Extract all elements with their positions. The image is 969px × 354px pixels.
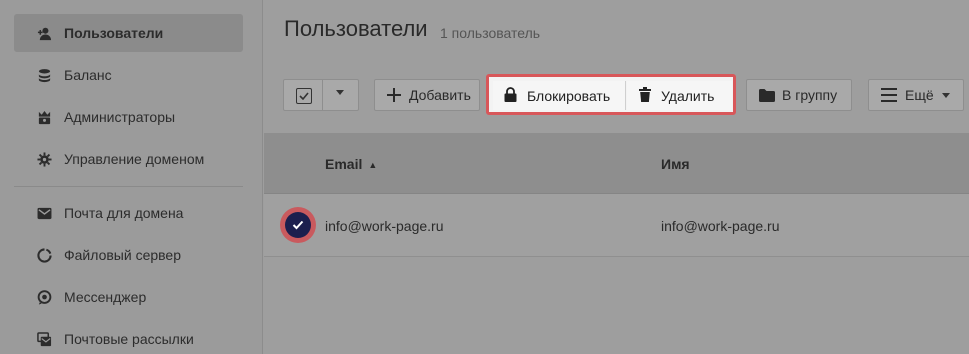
coins-icon: [36, 67, 52, 83]
sidebar-item-label: Пользователи: [64, 25, 164, 41]
cell-name: info@work-page.ru: [661, 218, 780, 234]
column-header-name[interactable]: Имя: [661, 156, 690, 172]
file-server-icon: [36, 247, 52, 263]
sidebar-item-messenger[interactable]: Мессенджер: [14, 278, 243, 316]
sort-icon: ▲: [368, 160, 378, 170]
more-menu-button[interactable]: Ещё: [868, 79, 964, 111]
gear-icon: [36, 151, 52, 167]
add-to-group-button[interactable]: В группу: [746, 79, 852, 111]
more-label: Ещё: [905, 87, 934, 103]
column-header-email[interactable]: Email ▲: [325, 156, 377, 172]
sidebar-item-users[interactable]: Пользователи: [14, 14, 243, 52]
table-row[interactable]: info@work-page.ru info@work-page.ru: [264, 194, 969, 257]
sidebar-divider: [14, 186, 243, 187]
select-all-dropdown[interactable]: [283, 79, 359, 111]
user-icon: [36, 25, 52, 41]
user-count: 1 пользователь: [440, 25, 541, 41]
main-content: Пользователи 1 пользователь Добавить Бло…: [264, 0, 969, 354]
sidebar-item-label: Администраторы: [64, 109, 176, 125]
table-header: Email ▲ Имя: [264, 133, 969, 194]
sidebar-item-label: Баланс: [64, 67, 112, 83]
block-label: Блокировать: [527, 87, 611, 104]
cell-email: info@work-page.ru: [325, 218, 444, 234]
mailing-icon: [36, 331, 52, 347]
lock-icon: [504, 86, 517, 105]
sidebar-item-label: Почта для домена: [64, 205, 184, 221]
sidebar-item-mailings[interactable]: Почтовые рассылки: [14, 320, 243, 354]
divider: [322, 80, 323, 110]
sidebar-item-admins[interactable]: Администраторы: [14, 98, 243, 136]
admins-icon: [36, 109, 52, 125]
folder-icon: [759, 88, 775, 102]
sidebar: Пользователи Баланс Администраторы Управ…: [0, 0, 263, 354]
sidebar-item-label: Мессенджер: [64, 289, 147, 305]
sidebar-item-balance[interactable]: Баланс: [14, 56, 243, 94]
chevron-down-icon: [941, 92, 950, 98]
sidebar-item-domain-mail[interactable]: Почта для домена: [14, 194, 243, 232]
add-user-button[interactable]: Добавить: [374, 79, 480, 111]
chat-icon: [36, 289, 52, 305]
sidebar-item-file-server[interactable]: Файловый сервер: [14, 236, 243, 274]
sidebar-item-label: Почтовые рассылки: [64, 331, 194, 347]
checkbox-icon[interactable]: [296, 88, 312, 104]
delete-label: Удалить: [661, 87, 715, 104]
menu-icon: [881, 88, 897, 102]
block-button[interactable]: Блокировать: [493, 81, 626, 110]
group-label: В группу: [782, 87, 838, 103]
page-title: Пользователи: [284, 16, 428, 41]
sidebar-item-label: Файловый сервер: [64, 247, 181, 263]
trash-icon: [639, 86, 651, 105]
chevron-down-icon[interactable]: [336, 90, 344, 95]
plus-icon: [387, 88, 401, 102]
delete-button[interactable]: Удалить: [627, 81, 732, 110]
row-checkbox[interactable]: [280, 207, 316, 243]
sidebar-item-domain[interactable]: Управление доменом: [14, 140, 243, 178]
highlighted-actions: Блокировать Удалить: [486, 74, 736, 115]
mail-icon: [36, 205, 52, 221]
add-label: Добавить: [409, 87, 471, 103]
sidebar-item-label: Управление доменом: [64, 151, 205, 167]
check-icon: [285, 212, 311, 238]
